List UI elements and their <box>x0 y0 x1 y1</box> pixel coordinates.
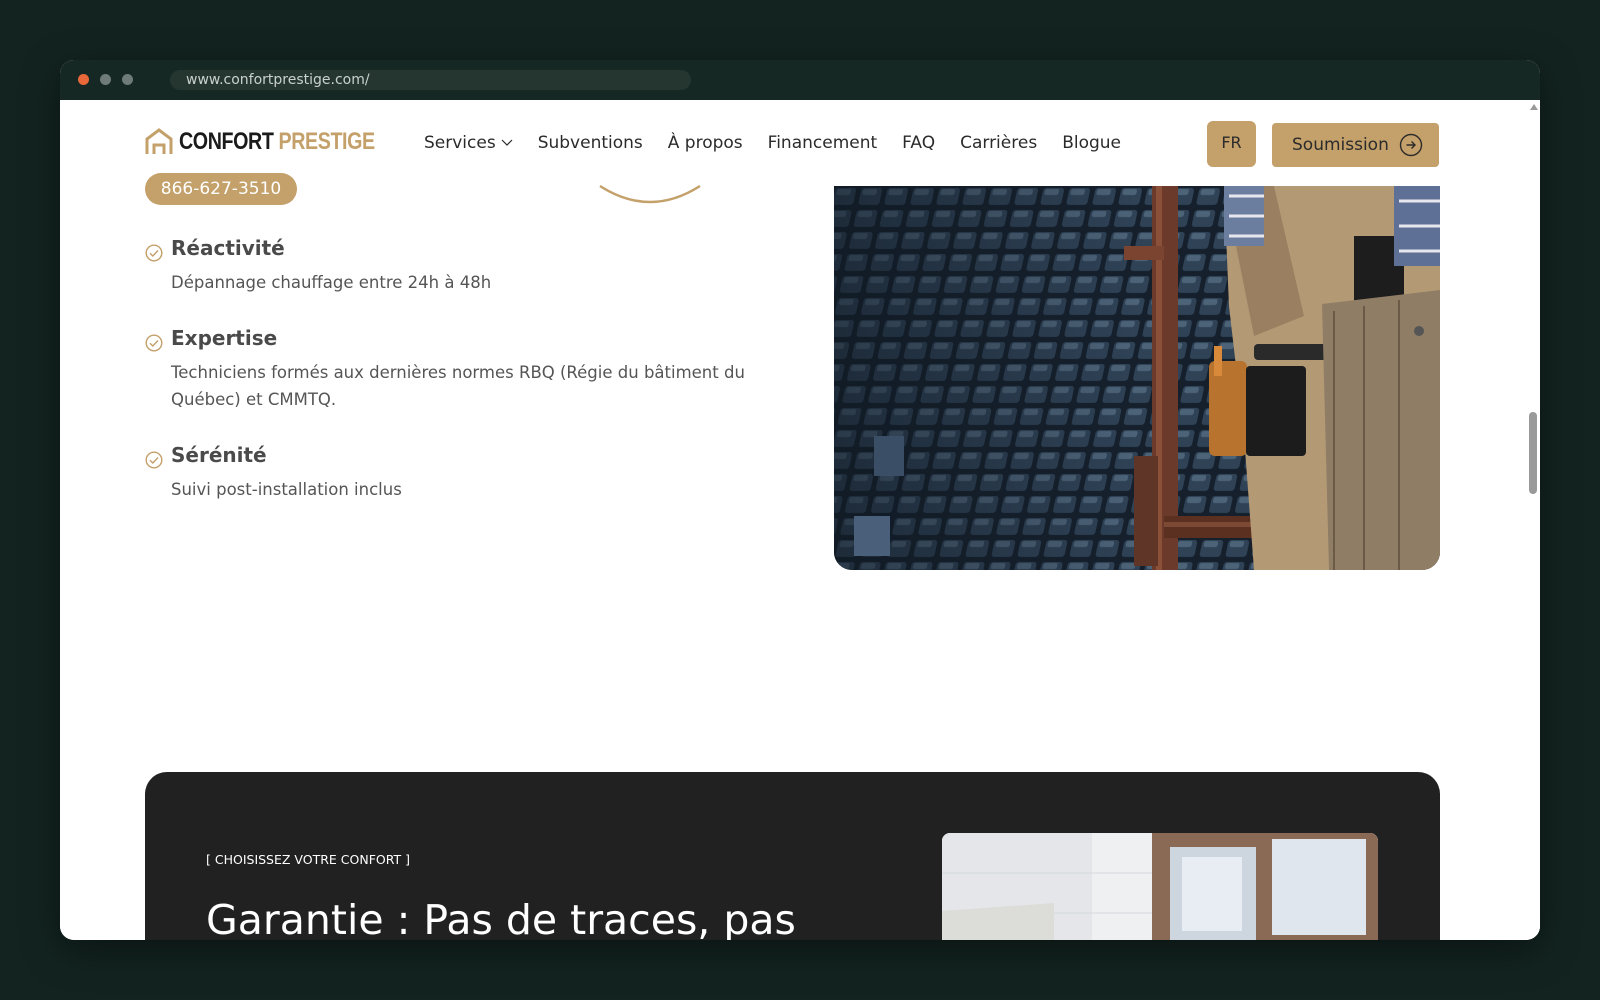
soumission-label: Soumission <box>1292 135 1389 155</box>
building-illustration <box>942 833 1378 940</box>
check-circle-icon <box>145 451 163 469</box>
minimize-window-button[interactable] <box>100 74 111 85</box>
feature-description: Suivi post-installation inclus <box>171 480 402 499</box>
technician-illustration <box>834 186 1440 570</box>
scroll-up-arrow-icon[interactable] <box>1530 104 1538 110</box>
nav-services-label: Services <box>424 133 496 153</box>
soumission-button[interactable]: Soumission <box>1272 123 1439 167</box>
browser-titlebar: www.confortprestige.com/ <box>60 60 1540 100</box>
nav-faq[interactable]: FAQ <box>902 133 935 153</box>
promo-eyebrow: [ CHOISISSEZ VOTRE CONFORT ] <box>206 852 410 867</box>
technician-photo <box>834 186 1440 570</box>
arrow-right-circle-icon <box>1399 133 1423 157</box>
nav-blogue[interactable]: Blogue <box>1062 133 1121 153</box>
nav-a-propos[interactable]: À propos <box>668 133 743 153</box>
close-window-button[interactable] <box>78 74 89 85</box>
language-button[interactable]: FR <box>1207 121 1256 167</box>
promo-headline: Garantie : Pas de traces, pas de stress … <box>206 896 796 940</box>
main-nav: Services Subventions À propos Financemen… <box>424 133 1121 153</box>
check-circle-icon <box>145 244 163 262</box>
nav-subventions[interactable]: Subventions <box>538 133 643 153</box>
feature-title: Expertise <box>171 326 278 350</box>
maximize-window-button[interactable] <box>122 74 133 85</box>
browser-window: www.confortprestige.com/ CONFORT PRESTIG… <box>60 60 1540 940</box>
nav-financement[interactable]: Financement <box>768 133 878 153</box>
chevron-down-icon <box>501 139 513 146</box>
nav-carrieres[interactable]: Carrières <box>960 133 1037 153</box>
decorative-arc <box>599 184 701 204</box>
feature-description: Dépannage chauffage entre 24h à 48h <box>171 273 492 292</box>
page-content: CONFORT PRESTIGE 866-627-3510 Services S… <box>60 100 1540 940</box>
site-logo[interactable]: CONFORT PRESTIGE <box>145 128 418 156</box>
feature-title: Réactivité <box>171 236 285 260</box>
building-photo <box>942 833 1378 940</box>
feature-description: Techniciens formés aux dernières normes … <box>171 363 745 409</box>
phone-button[interactable]: 866-627-3510 <box>145 173 297 205</box>
address-bar[interactable]: www.confortprestige.com/ <box>170 70 691 90</box>
promo-section: [ CHOISISSEZ VOTRE CONFORT ] Garantie : … <box>145 772 1440 940</box>
nav-services[interactable]: Services <box>424 133 513 153</box>
house-logo-icon <box>145 128 173 154</box>
scrollbar-thumb[interactable] <box>1529 412 1537 494</box>
check-circle-icon <box>145 334 163 352</box>
feature-title: Sérénité <box>171 443 267 467</box>
scrollbar[interactable] <box>1526 100 1540 940</box>
logo-text: CONFORT PRESTIGE <box>179 128 375 155</box>
